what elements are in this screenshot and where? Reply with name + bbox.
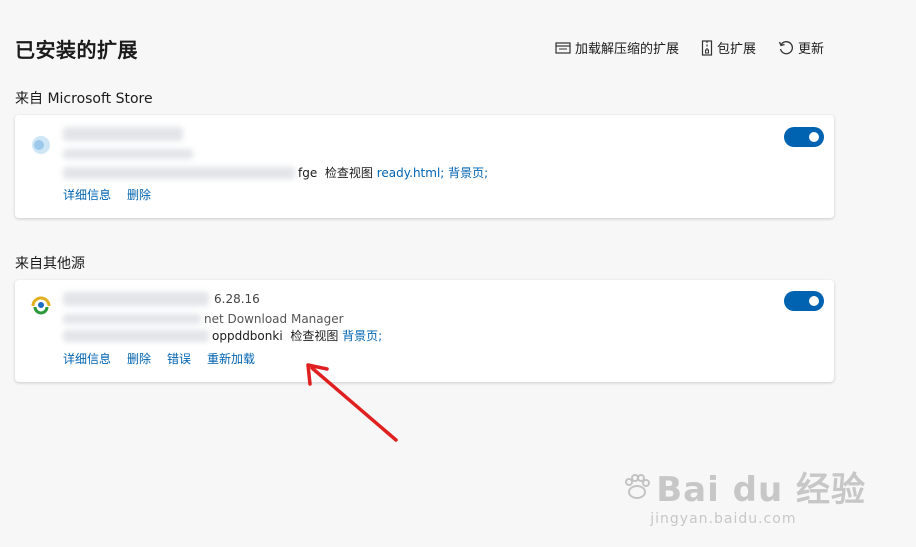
errors-link[interactable]: 错误 (167, 350, 191, 367)
extension-card-other: 6.28.16 net Download Manager oppddbonki … (15, 280, 834, 382)
folder-icon (555, 41, 571, 54)
watermark-text: Bai du 经验 (656, 470, 866, 510)
watermark-url: jingyan.baidu.com (650, 511, 797, 527)
extension-description: net Download Manager (204, 312, 344, 326)
extension-version: 6.28.16 (214, 292, 260, 306)
inspect-views-links[interactable]: 背景页; (342, 329, 382, 343)
toggle-knob (809, 296, 819, 306)
update-label: 更新 (797, 42, 824, 57)
section-label-other: 来自其他源 (15, 256, 85, 272)
extension-id-blurred (63, 167, 295, 179)
extension-id-blurred (63, 330, 209, 342)
baidu-watermark: Bai du 经验 jingyan.baidu.com (622, 462, 866, 527)
paw-icon (625, 473, 651, 499)
extension-id-suffix: fge (298, 166, 318, 180)
package-icon (701, 39, 713, 56)
extension-actions: 详细信息 删除 (63, 186, 151, 203)
extension-name-blurred (63, 292, 209, 306)
load-unpacked-label: 加载解压缩的扩展 (574, 42, 679, 57)
section-label-store: 来自 Microsoft Store (15, 91, 153, 107)
page-title: 已安装的扩展 (15, 38, 138, 62)
extension-enable-toggle[interactable] (784, 127, 824, 147)
remove-link[interactable]: 删除 (127, 186, 151, 203)
extension-id-line: fge 检查视图 ready.html; 背景页; (298, 164, 488, 181)
extension-id-line: oppddbonki 检查视图 背景页; (212, 327, 382, 344)
details-link[interactable]: 详细信息 (63, 186, 111, 203)
extension-enable-toggle[interactable] (784, 291, 824, 311)
load-unpacked-button[interactable]: 加载解压缩的扩展 (555, 38, 679, 57)
pack-extension-label: 包扩展 (716, 42, 756, 57)
extension-actions: 详细信息 删除 错误 重新加载 (63, 350, 255, 367)
inspect-views-links[interactable]: ready.html; 背景页; (377, 166, 488, 180)
idm-icon (31, 296, 51, 315)
extension-id-suffix: oppddbonki (212, 329, 283, 343)
toggle-knob (809, 132, 819, 142)
extensions-page: 已安装的扩展 加载解压缩的扩展 包扩展 更新 来自 Microsoft Stor… (0, 0, 916, 547)
extension-card-store: fge 检查视图 ready.html; 背景页; 详细信息 删除 (15, 115, 834, 218)
pack-extension-button[interactable]: 包扩展 (701, 38, 756, 57)
remove-link[interactable]: 删除 (127, 350, 151, 367)
inspect-views-label: 检查视图 (324, 166, 373, 180)
extension-desc-blurred (63, 149, 193, 159)
extension-icon (32, 136, 50, 154)
refresh-icon (778, 40, 793, 54)
watermark-main: Bai du 经验 (622, 462, 866, 511)
reload-link[interactable]: 重新加载 (207, 350, 255, 367)
inspect-views-label: 检查视图 (290, 329, 339, 343)
details-link[interactable]: 详细信息 (63, 350, 111, 367)
toolbar: 加载解压缩的扩展 包扩展 更新 (555, 38, 824, 57)
annotation-arrow-icon (306, 363, 398, 442)
extension-name-blurred (63, 127, 183, 141)
update-button[interactable]: 更新 (778, 38, 824, 57)
extension-desc-blurred (63, 314, 201, 324)
